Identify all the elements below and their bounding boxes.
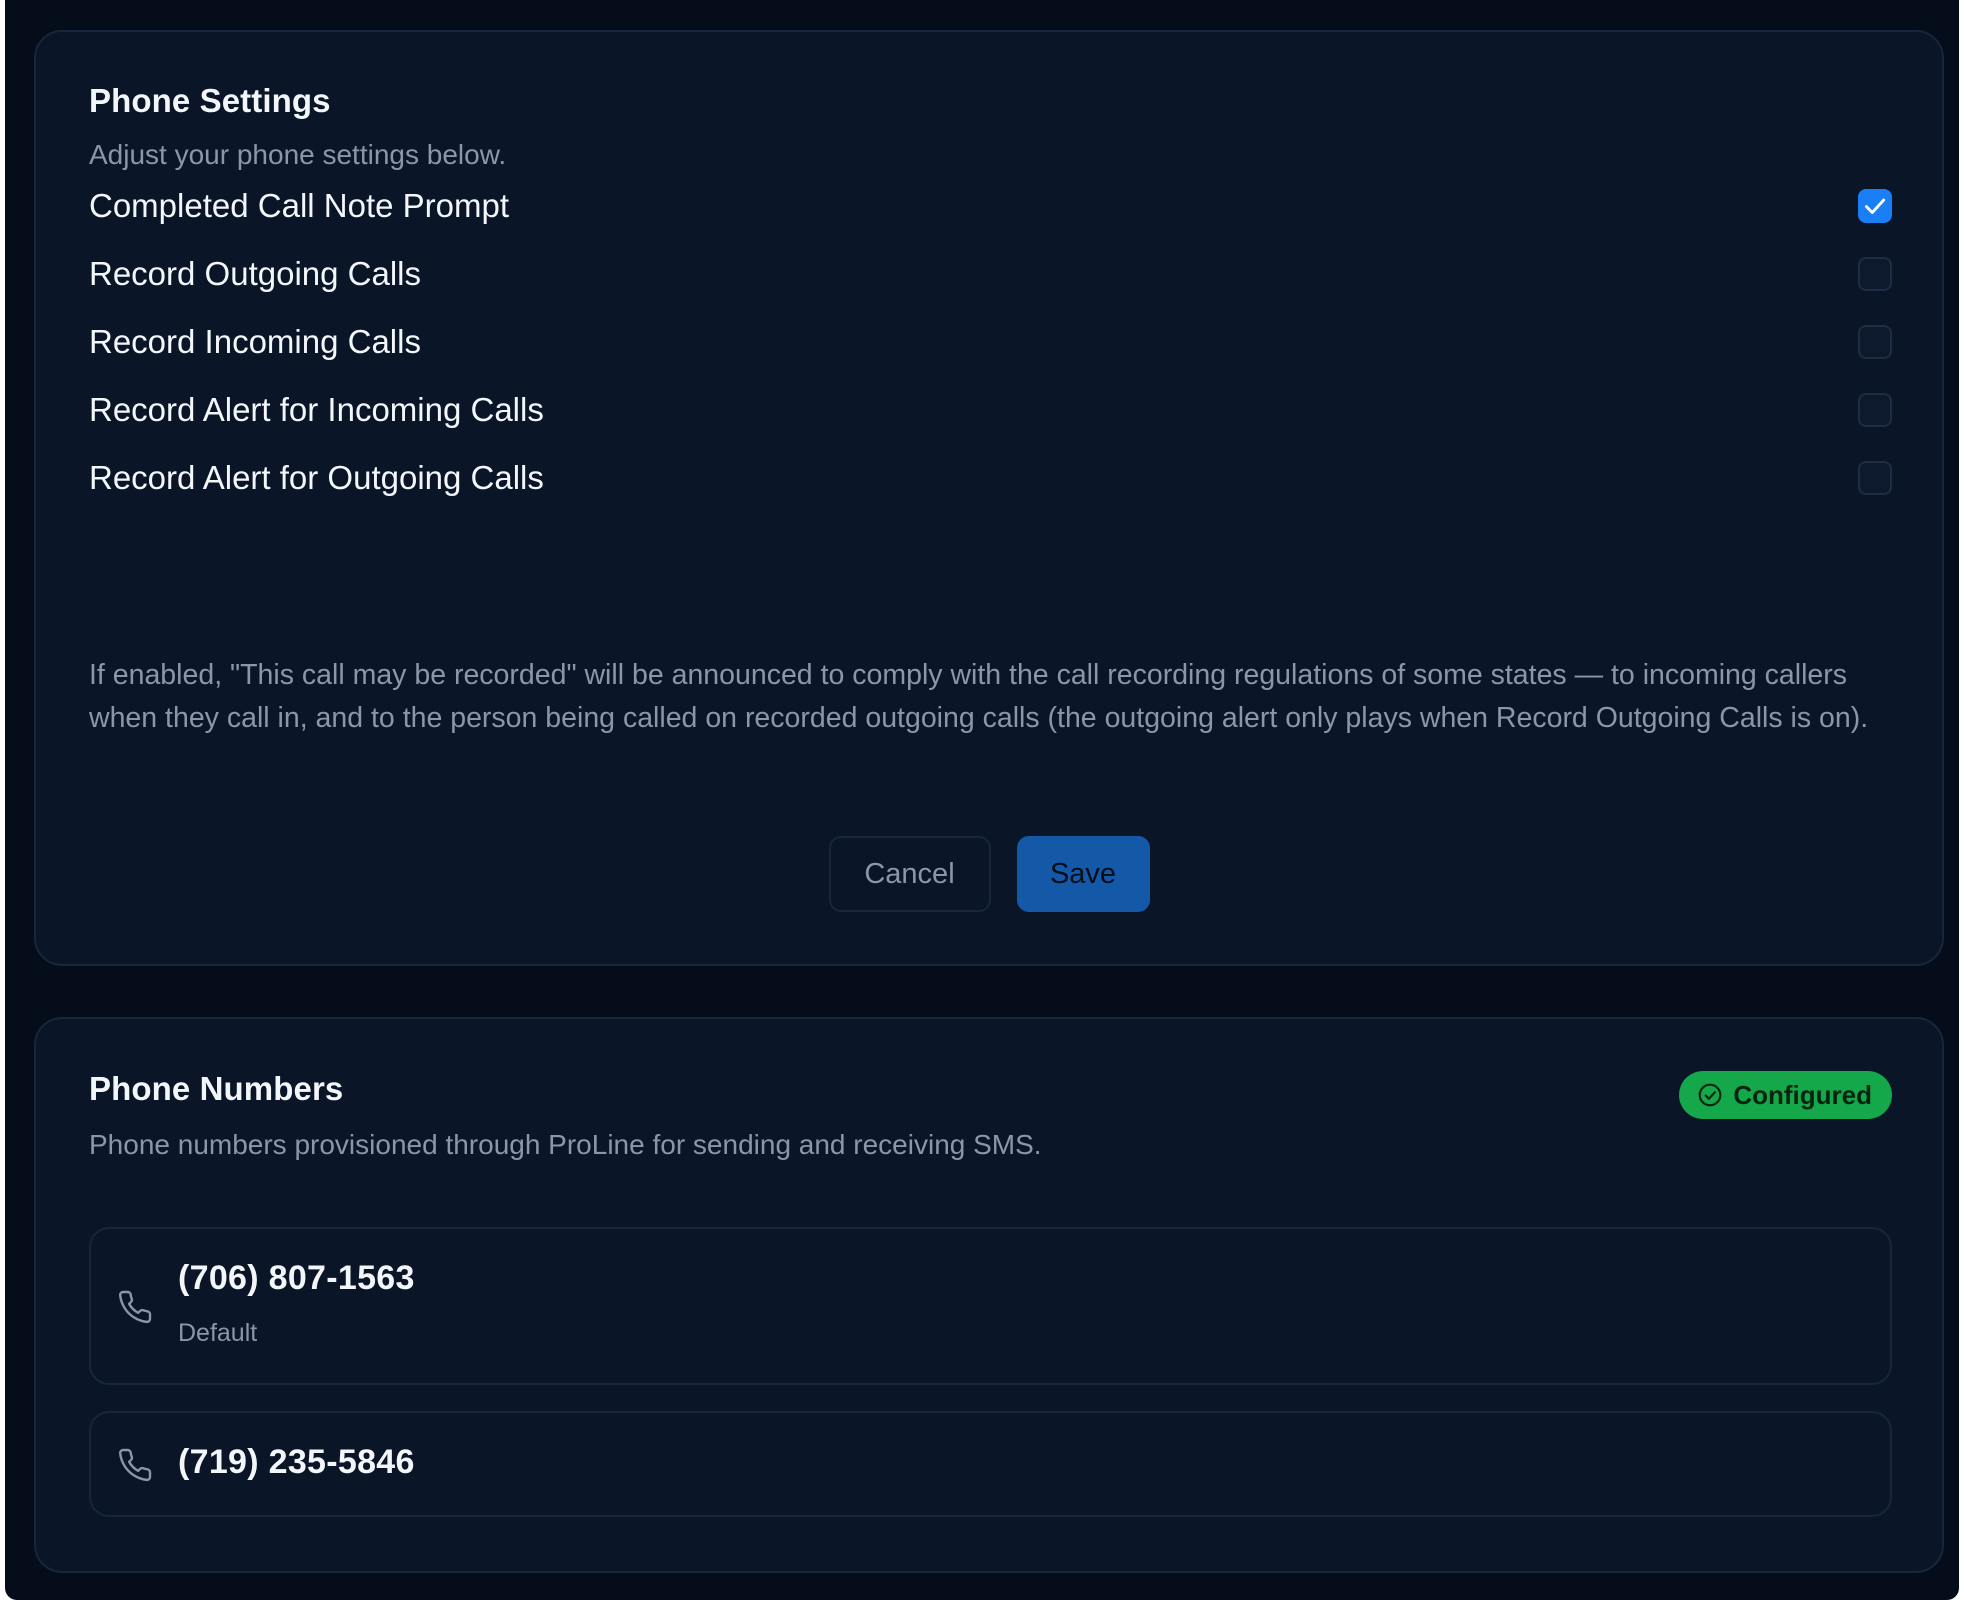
- cancel-button[interactable]: Cancel: [828, 836, 991, 912]
- setting-row-record-incoming-calls: Record Incoming Calls: [89, 314, 1892, 370]
- status-badge: Configured: [1679, 1071, 1892, 1119]
- check-circle-icon: [1698, 1083, 1722, 1107]
- phone-icon: [118, 1448, 152, 1482]
- status-badge-label: Configured: [1733, 1079, 1872, 1110]
- phone-numbers-title: Phone Numbers: [89, 1070, 344, 1107]
- check-icon: [1864, 198, 1886, 214]
- default-label: Default: [178, 1319, 258, 1347]
- setting-row-completed-call-note-prompt: Completed Call Note Prompt: [89, 178, 1892, 234]
- setting-label: Record Alert for Outgoing Calls: [89, 459, 544, 496]
- setting-row-record-alert-incoming-calls: Record Alert for Incoming Calls: [89, 382, 1892, 438]
- save-button[interactable]: Save: [1016, 836, 1150, 912]
- record-incoming-calls-checkbox[interactable]: [1858, 325, 1892, 359]
- setting-label: Completed Call Note Prompt: [89, 187, 510, 224]
- record-alert-outgoing-calls-checkbox[interactable]: [1858, 461, 1892, 495]
- phone-number-item[interactable]: (706) 807-1563 Default: [89, 1227, 1892, 1385]
- phone-number: (719) 235-5846: [178, 1443, 415, 1481]
- setting-row-record-alert-outgoing-calls: Record Alert for Outgoing Calls: [89, 450, 1892, 506]
- phone-settings-subtitle: Adjust your phone settings below.: [89, 139, 507, 170]
- record-alert-incoming-calls-checkbox[interactable]: [1858, 393, 1892, 427]
- phone-number: (706) 807-1563: [178, 1259, 415, 1297]
- setting-label: Record Alert for Incoming Calls: [89, 391, 544, 428]
- setting-label: Record Outgoing Calls: [89, 255, 421, 292]
- phone-icon: [118, 1290, 152, 1324]
- phone-number-item[interactable]: (719) 235-5846: [89, 1411, 1892, 1517]
- phone-settings-card: Phone Settings Adjust your phone setting…: [34, 30, 1944, 966]
- phone-settings-title: Phone Settings: [89, 82, 331, 119]
- setting-label: Record Incoming Calls: [89, 323, 421, 360]
- phone-numbers-card: Phone Numbers Configured Phone numbers p…: [34, 1017, 1944, 1573]
- app-frame: Phone Settings Adjust your phone setting…: [5, 0, 1959, 1600]
- recording-alert-help-text: If enabled, "This call may be recorded" …: [89, 659, 1869, 734]
- record-outgoing-calls-checkbox[interactable]: [1858, 257, 1892, 291]
- completed-call-note-prompt-checkbox[interactable]: [1858, 189, 1892, 223]
- setting-row-record-outgoing-calls: Record Outgoing Calls: [89, 246, 1892, 302]
- phone-numbers-subtitle: Phone numbers provisioned through ProLin…: [89, 1129, 1042, 1160]
- settings-actions: Cancel Save: [36, 836, 1942, 912]
